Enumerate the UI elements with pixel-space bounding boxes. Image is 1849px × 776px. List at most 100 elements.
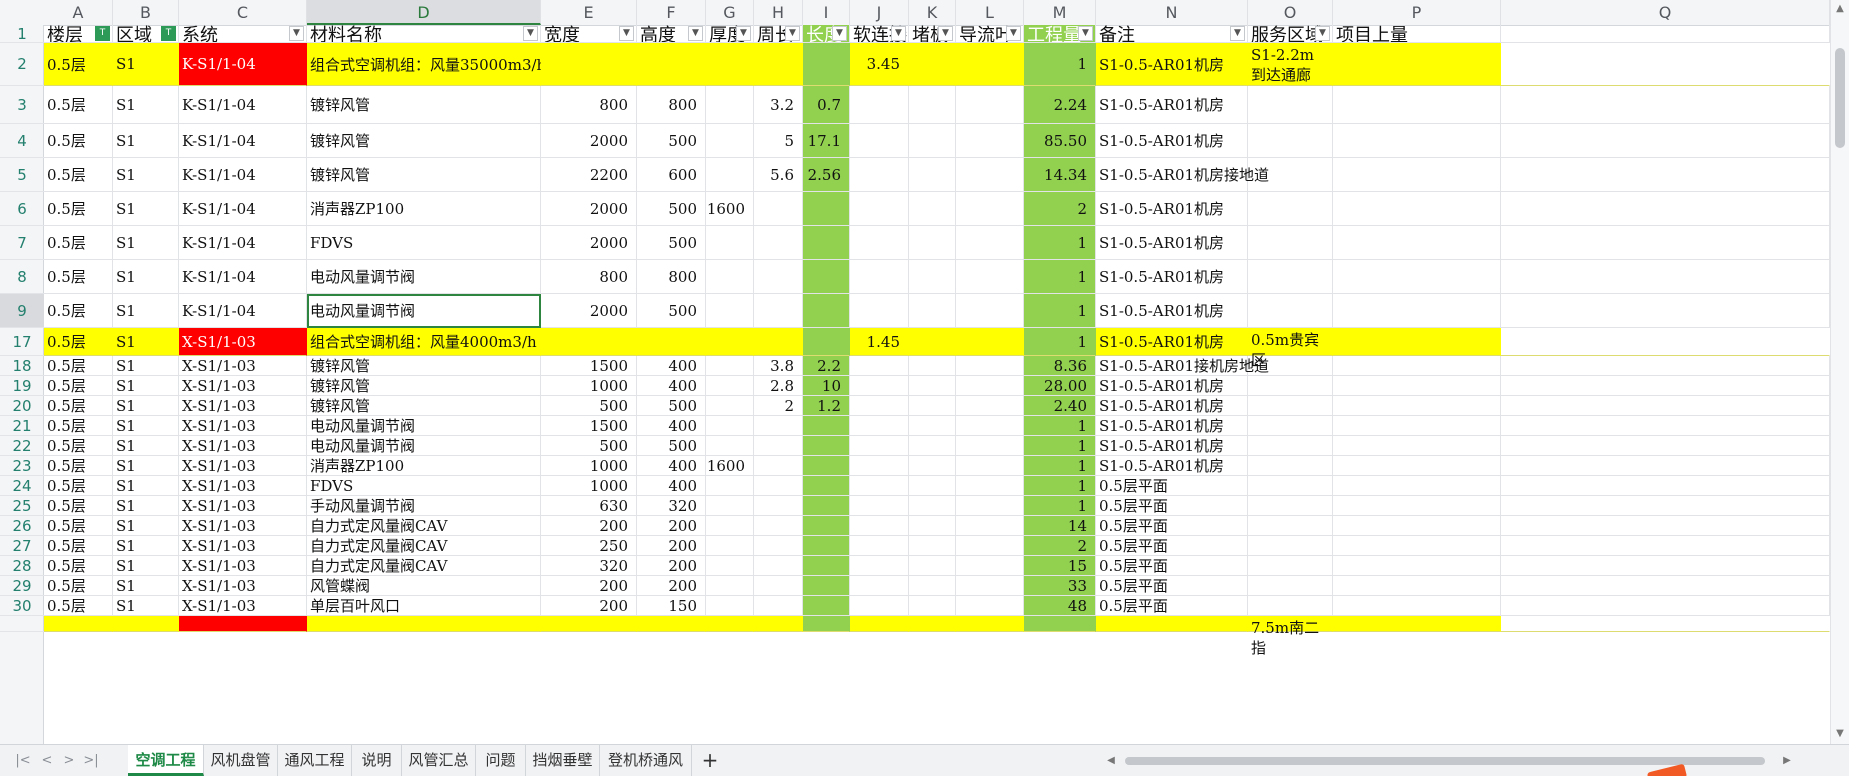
filter-dropdown-icon[interactable]: ▼ xyxy=(688,26,703,41)
cell-p[interactable] xyxy=(1333,328,1501,356)
cell-m[interactable] xyxy=(1024,616,1096,632)
cell-f[interactable]: 150 xyxy=(637,596,706,616)
cell-c[interactable]: X-S1/1-03 xyxy=(179,396,307,416)
cell-b[interactable]: S1 xyxy=(113,436,179,456)
cell-c[interactable]: X-S1/1-03 xyxy=(179,416,307,436)
cell-f[interactable] xyxy=(637,328,706,356)
cell-j[interactable]: 1.45 xyxy=(850,328,909,356)
cell-d[interactable]: 镀锌风管 xyxy=(307,124,541,158)
cell-i[interactable]: 10 xyxy=(803,376,850,396)
cell-e[interactable] xyxy=(541,328,637,356)
cell-j[interactable] xyxy=(850,158,909,192)
cell-m[interactable]: 14 xyxy=(1024,516,1096,536)
sheet-tab[interactable]: 问题 xyxy=(476,745,526,776)
cell-c[interactable]: K-S1/1-04 xyxy=(179,260,307,294)
cell-a[interactable]: 0.5层 xyxy=(44,294,113,328)
cell-m[interactable]: 28.00 xyxy=(1024,376,1096,396)
cell-l[interactable] xyxy=(956,86,1024,124)
cell-j[interactable] xyxy=(850,376,909,396)
cell-k[interactable] xyxy=(909,124,956,158)
filter-dropdown-icon[interactable]: ▼ xyxy=(1078,26,1093,41)
cell-l[interactable] xyxy=(956,556,1024,576)
scroll-down-icon[interactable]: ▼ xyxy=(1834,728,1846,740)
cell-k[interactable] xyxy=(909,376,956,396)
cell-q[interactable] xyxy=(1501,456,1830,476)
cell-l[interactable] xyxy=(956,260,1024,294)
cell-g[interactable] xyxy=(706,496,754,516)
cell-h[interactable]: 3.2 xyxy=(754,86,803,124)
cell-i[interactable]: 2.56 xyxy=(803,158,850,192)
cell-i[interactable] xyxy=(803,328,850,356)
cell-a[interactable]: 0.5层 xyxy=(44,456,113,476)
cell-k[interactable] xyxy=(909,476,956,496)
cell-f[interactable]: 800 xyxy=(637,86,706,124)
cell-e[interactable]: 200 xyxy=(541,596,637,616)
cell-e[interactable]: 2000 xyxy=(541,294,637,328)
cell-j[interactable] xyxy=(850,576,909,596)
cell-q[interactable] xyxy=(1501,576,1830,596)
cell-q[interactable] xyxy=(1501,516,1830,536)
last-sheet-icon[interactable]: >| xyxy=(82,752,100,770)
cell-i[interactable]: 2.2 xyxy=(803,356,850,376)
cell-h[interactable]: 2 xyxy=(754,396,803,416)
cell-a[interactable]: 0.5层 xyxy=(44,226,113,260)
cell-q[interactable] xyxy=(1501,356,1830,376)
cell-m[interactable]: 1 xyxy=(1024,476,1096,496)
cell-j[interactable]: 3.45 xyxy=(850,43,909,86)
cell-o[interactable] xyxy=(1248,576,1333,596)
cell-k[interactable] xyxy=(909,496,956,516)
cell-b[interactable]: S1 xyxy=(113,43,179,86)
cell-b[interactable]: S1 xyxy=(113,416,179,436)
cell-o[interactable] xyxy=(1248,556,1333,576)
cell-c[interactable]: K-S1/1-04 xyxy=(179,226,307,260)
cell-m[interactable]: 1 xyxy=(1024,456,1096,476)
cell-a[interactable]: 0.5层 xyxy=(44,496,113,516)
cell-o[interactable] xyxy=(1248,396,1333,416)
cell-j[interactable] xyxy=(850,226,909,260)
cell-h[interactable] xyxy=(754,328,803,356)
cell-k[interactable] xyxy=(909,616,956,632)
cell-l[interactable] xyxy=(956,496,1024,516)
cell-l[interactable] xyxy=(956,416,1024,436)
cell-a[interactable]: 0.5层 xyxy=(44,158,113,192)
cell-n[interactable]: S1-0.5-AR01机房 xyxy=(1096,226,1248,260)
cell-q[interactable] xyxy=(1501,496,1830,516)
horizontal-scroll-thumb[interactable] xyxy=(1125,757,1765,765)
cell-o[interactable] xyxy=(1248,516,1333,536)
cell-i[interactable] xyxy=(803,596,850,616)
cell-n[interactable]: 0.5层平面 xyxy=(1096,476,1248,496)
cell-p[interactable] xyxy=(1333,416,1501,436)
cell-l[interactable] xyxy=(956,536,1024,556)
cell-n[interactable]: S1-0.5-AR01机房 xyxy=(1096,456,1248,476)
cell-f[interactable]: 320 xyxy=(637,496,706,516)
cell-h[interactable] xyxy=(754,576,803,596)
cell-p[interactable] xyxy=(1333,496,1501,516)
cell-g[interactable] xyxy=(706,328,754,356)
cell-q[interactable] xyxy=(1501,556,1830,576)
cell-k[interactable] xyxy=(909,576,956,596)
cell-p[interactable] xyxy=(1333,556,1501,576)
cell-g[interactable] xyxy=(706,596,754,616)
cell-g[interactable] xyxy=(706,158,754,192)
cell-f[interactable]: 200 xyxy=(637,536,706,556)
cell-c[interactable] xyxy=(179,616,307,632)
cell-f[interactable]: 500 xyxy=(637,436,706,456)
cell-h[interactable]: 3.8 xyxy=(754,356,803,376)
cell-d[interactable]: 组合式空调机组：风量4000m3/h xyxy=(307,328,541,356)
cell-g[interactable] xyxy=(706,226,754,260)
cell-k[interactable] xyxy=(909,158,956,192)
cell-q[interactable] xyxy=(1501,376,1830,396)
row-header[interactable]: 9 xyxy=(0,294,44,328)
cell-c[interactable]: X-S1/1-03 xyxy=(179,496,307,516)
filter-dropdown-icon[interactable]: ▼ xyxy=(785,26,800,41)
cell-o[interactable] xyxy=(1248,376,1333,396)
cell-d[interactable]: 单层百叶风口 xyxy=(307,596,541,616)
cell-d[interactable]: FDVS xyxy=(307,226,541,260)
row-header[interactable]: 19 xyxy=(0,376,44,396)
row-header[interactable]: 3 xyxy=(0,86,44,124)
cell-i[interactable] xyxy=(803,436,850,456)
header-cell-n[interactable]: 备注 ▼ xyxy=(1096,25,1248,43)
cell-e[interactable]: 320 xyxy=(541,556,637,576)
cell-p[interactable] xyxy=(1333,476,1501,496)
row-header[interactable]: 2 xyxy=(0,43,44,86)
